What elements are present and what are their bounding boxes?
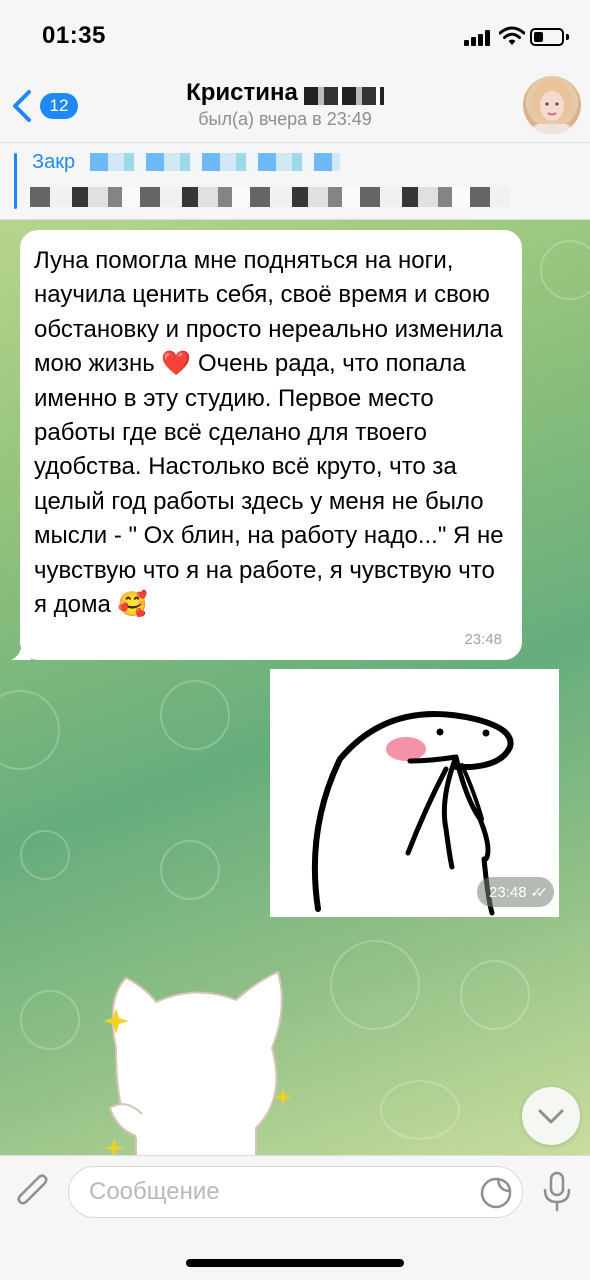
sticker-time: 23:48 [489, 884, 527, 901]
unread-count-badge: 12 [40, 93, 78, 119]
chat-header: 12 Кристина был(а) вчера в 23:49 [0, 70, 590, 142]
message-input[interactable] [89, 1167, 469, 1217]
avatar-image [532, 80, 572, 134]
incoming-cat-sticker[interactable] [96, 958, 306, 1155]
cellular-signal-icon [464, 30, 492, 46]
message-composer [0, 1155, 590, 1280]
white-cat-sparkles-sticker [103, 970, 292, 1155]
pinned-text-redaction [30, 187, 510, 207]
chevron-left-icon [13, 90, 31, 122]
battery-icon [530, 28, 570, 46]
pinned-title-redaction [90, 153, 340, 171]
wallpaper-doodle [330, 940, 420, 1030]
message-input-container [68, 1166, 523, 1218]
sticker-time-badge: 23:48 ✓✓ [477, 877, 555, 907]
status-time: 01:35 [42, 22, 106, 49]
wallpaper-doodle [20, 990, 80, 1050]
pinned-message-bar[interactable]: Закр [0, 142, 590, 220]
chat-area[interactable]: Луна помогла мне подняться на ноги, науч… [0, 220, 590, 1155]
microphone-icon [543, 1171, 571, 1212]
scroll-down-button[interactable] [522, 1087, 580, 1145]
wallpaper-doodle [20, 830, 70, 880]
incoming-message-bubble[interactable]: Луна помогла мне подняться на ноги, науч… [11, 230, 522, 660]
wallpaper-doodle [160, 840, 220, 900]
pinned-accent-line [14, 153, 17, 209]
contact-name: Кристина [186, 79, 298, 106]
wallpaper-doodle [380, 1080, 460, 1140]
microphone-button[interactable] [538, 1170, 576, 1214]
status-bar: 01:35 [0, 0, 590, 70]
name-redaction [303, 86, 384, 105]
wallpaper-doodle [160, 680, 230, 750]
wallpaper-doodle [460, 960, 530, 1030]
message-text: Луна помогла мне подняться на ноги, науч… [34, 247, 511, 619]
attach-button[interactable] [12, 1172, 54, 1212]
message-time: 23:48 [464, 631, 502, 648]
sticker-icon [480, 1177, 512, 1209]
sticker-button[interactable] [479, 1176, 513, 1210]
last-seen-status: был(а) вчера в 23:49 [198, 109, 372, 129]
home-indicator [186, 1259, 404, 1267]
chat-title[interactable]: Кристина был(а) вчера в 23:49 [120, 79, 450, 131]
double-check-icon: ✓✓ [530, 884, 549, 900]
wallpaper-doodle [540, 240, 590, 300]
chevron-down-icon [538, 1109, 564, 1124]
contact-avatar[interactable] [523, 76, 581, 134]
wifi-icon [499, 26, 525, 45]
paperclip-icon [17, 1174, 48, 1205]
back-button[interactable]: 12 [10, 85, 90, 127]
wallpaper-doodle [0, 690, 60, 770]
bubble-tail [11, 640, 31, 660]
